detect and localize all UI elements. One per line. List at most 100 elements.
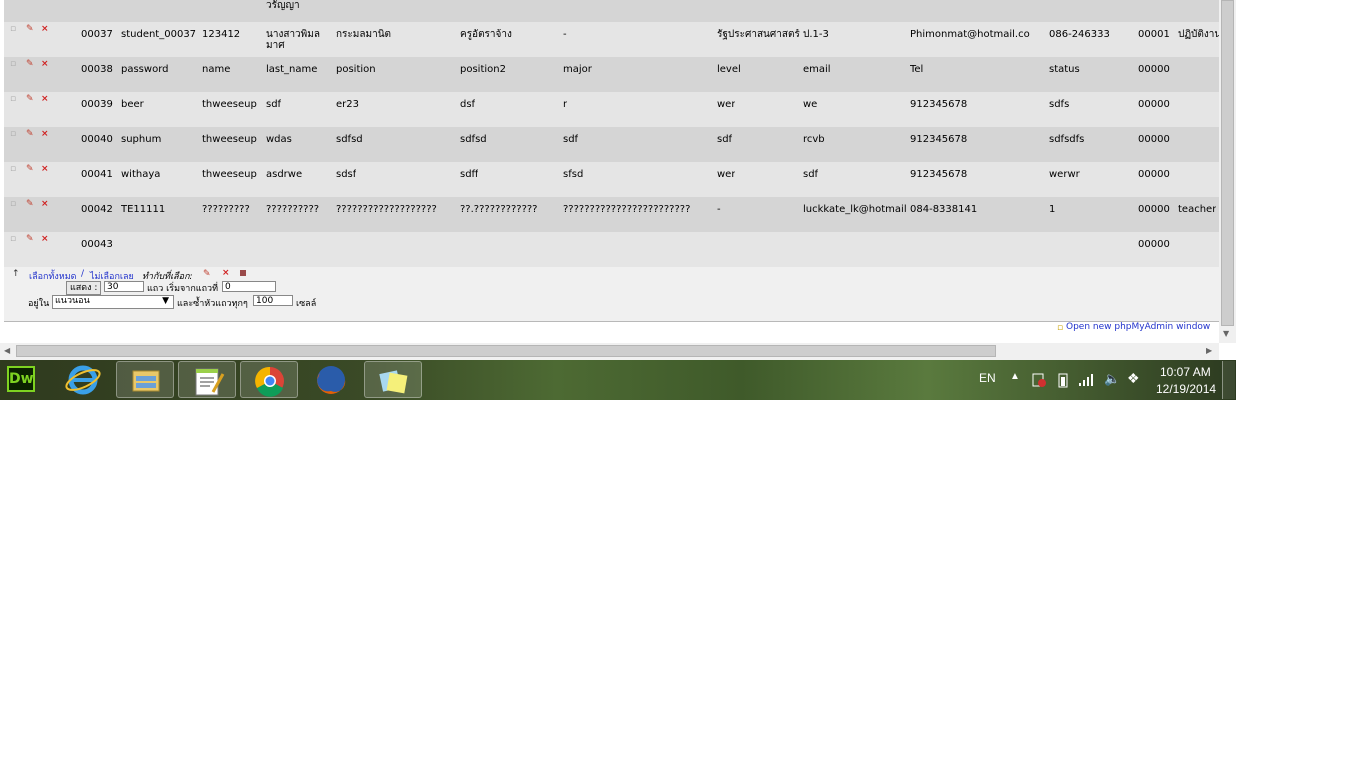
row-checkbox[interactable]: ▫ (10, 24, 16, 34)
cell-status: status (1049, 64, 1080, 75)
edit-icon[interactable]: ✎ (26, 129, 34, 139)
delete-selected-icon[interactable]: × (222, 268, 230, 278)
open-new-window-link[interactable]: Open new phpMyAdmin window (1066, 322, 1210, 332)
new-window-icon: ▫ (1057, 323, 1064, 333)
language-indicator[interactable]: EN (979, 371, 996, 385)
row-checkbox[interactable]: ▫ (10, 234, 16, 244)
cell-position: ??.???????????? (460, 204, 538, 215)
edit-icon[interactable]: ✎ (26, 164, 34, 174)
cell-level: sdf (717, 134, 733, 145)
row-checkbox[interactable]: ▫ (10, 59, 16, 69)
table-row[interactable]: ▫ ✎ × 00040 suphum thweeseup wdas sdfsd … (4, 127, 1219, 162)
cell-code: 00000 (1138, 99, 1170, 110)
taskbar-sticky-notes[interactable] (364, 361, 422, 398)
taskbar-internet-explorer[interactable] (54, 361, 112, 398)
cell-level: รัฐประศาสนศาสตร์ (717, 29, 800, 40)
network-error-icon[interactable] (1031, 372, 1047, 388)
export-selected-icon[interactable] (240, 270, 246, 276)
cell-position2: sfsd (563, 169, 584, 180)
cell-tel: 084-8338141 (910, 204, 978, 215)
show-button[interactable]: แสดง : (66, 281, 102, 295)
cell-status: 086-246333 (1049, 29, 1110, 40)
show-desktop-button[interactable] (1222, 361, 1235, 399)
dropdown-arrow-icon: ▼ (162, 296, 169, 306)
signal-strength-icon[interactable] (1078, 372, 1096, 388)
cell-email: rcvb (803, 134, 825, 145)
cell-name: ?????????? (266, 204, 320, 215)
table-row[interactable]: ▫ ✎ × 00043 00000 (4, 232, 1219, 267)
cell-status: werwr (1049, 169, 1080, 180)
cell-user: withaya (121, 169, 161, 180)
cell-name: last_name (266, 64, 318, 75)
cell-last-name: sdsf (336, 169, 357, 180)
edit-icon[interactable]: ✎ (26, 234, 34, 244)
delete-icon[interactable]: × (41, 59, 49, 69)
table-row[interactable]: ▫ ✎ × 00042 TE11111 ????????? ??????????… (4, 197, 1219, 232)
cell-user: TE11111 (121, 204, 166, 215)
cell-code: 00000 (1138, 239, 1170, 250)
taskbar-notepad-plus-plus[interactable] (178, 361, 236, 398)
delete-icon[interactable]: × (41, 129, 49, 139)
cell-id: 00038 (81, 64, 113, 75)
edit-icon[interactable]: ✎ (26, 94, 34, 104)
phpmyadmin-browse-table: วรัญญา ▫ ✎ × 00037 student_00037 123412 … (0, 0, 1219, 343)
taskbar-dreamweaver[interactable]: Dw (2, 361, 40, 398)
scroll-down-arrow-icon[interactable]: ▼ (1223, 329, 1229, 338)
delete-icon[interactable]: × (41, 199, 49, 209)
horizontal-scroll-thumb[interactable] (16, 345, 996, 357)
row-checkbox[interactable]: ▫ (10, 94, 16, 104)
delete-icon[interactable]: × (41, 234, 49, 244)
notepad-plus-plus-icon (195, 368, 225, 396)
cell-code: 00000 (1138, 134, 1170, 145)
edit-icon[interactable]: ✎ (26, 199, 34, 209)
edit-selected-icon[interactable]: ✎ (203, 269, 211, 279)
edit-icon[interactable]: ✎ (26, 59, 34, 69)
cell-code: 00001 (1138, 29, 1170, 40)
cell-name-line2: มาศ (266, 41, 285, 51)
cell-name: sdf (266, 99, 282, 110)
table-row[interactable]: ▫ ✎ × 00039 beer thweeseup sdf er23 dsf … (4, 92, 1219, 127)
table-row[interactable]: ▫ ✎ × 00041 withaya thweeseup asdrwe sds… (4, 162, 1219, 197)
start-row-input[interactable]: 0 (222, 281, 276, 292)
cell-last-name: position (336, 64, 376, 75)
cell-last-name: กระมลมานิต (336, 29, 392, 40)
browser-viewport: วรัญญา ▫ ✎ × 00037 student_00037 123412 … (0, 0, 1236, 400)
table-footer: ↑ เลือกทั้งหมด / ไม่เลือกเลย ทำกับที่เลื… (4, 267, 1219, 321)
volume-icon[interactable]: 🔈 (1104, 371, 1120, 387)
dropbox-icon[interactable]: ❖ (1127, 370, 1140, 387)
cell-id: 00037 (81, 29, 113, 40)
edit-icon[interactable]: ✎ (26, 24, 34, 34)
delete-icon[interactable]: × (41, 94, 49, 104)
table-row[interactable]: ▫ ✎ × 00038 password name last_name posi… (4, 57, 1219, 92)
rows-input[interactable]: 30 (104, 281, 144, 292)
clock-time[interactable]: 10:07 AM (1160, 365, 1211, 379)
taskbar-windows-explorer[interactable] (116, 361, 174, 398)
table-row[interactable]: ▫ ✎ × 00037 student_00037 123412 นางสาวพ… (4, 22, 1219, 57)
delete-icon[interactable]: × (41, 24, 49, 34)
scroll-left-arrow-icon[interactable]: ◀ (4, 346, 10, 355)
row-checkbox[interactable]: ▫ (10, 164, 16, 174)
scroll-right-arrow-icon[interactable]: ▶ (1206, 346, 1212, 355)
delete-icon[interactable]: × (41, 164, 49, 174)
cell-user: student_00037 (121, 29, 197, 40)
battery-icon[interactable] (1057, 371, 1069, 389)
row-checkbox[interactable]: ▫ (10, 129, 16, 139)
taskbar-firefox[interactable] (302, 361, 360, 398)
cell-name: นางสาวพิมล (266, 29, 320, 40)
cell-password: thweeseup (202, 134, 257, 145)
show-hidden-icons-icon[interactable]: ▲ (1010, 371, 1020, 382)
clock-date[interactable]: 12/19/2014 (1156, 382, 1216, 396)
cell-email: luckkate_lk@hotmail. (803, 204, 907, 215)
display-mode-select[interactable]: แนวนอน ▼ (52, 295, 174, 309)
cell-tel: Phimonmat@hotmail.co (910, 29, 1030, 40)
folder-icon (132, 370, 160, 392)
repeat-header-input[interactable]: 100 (253, 295, 293, 306)
cell-level: wer (717, 99, 736, 110)
dreamweaver-icon: Dw (7, 366, 35, 392)
cell-role: teacher (1178, 204, 1217, 215)
cell-position: sdff (460, 169, 479, 180)
vertical-scroll-thumb[interactable] (1221, 0, 1234, 326)
taskbar-google-chrome[interactable] (240, 361, 298, 398)
row-checkbox[interactable]: ▫ (10, 199, 16, 209)
rows-label: แถว เริ่มจากแถวที่ (147, 284, 219, 294)
